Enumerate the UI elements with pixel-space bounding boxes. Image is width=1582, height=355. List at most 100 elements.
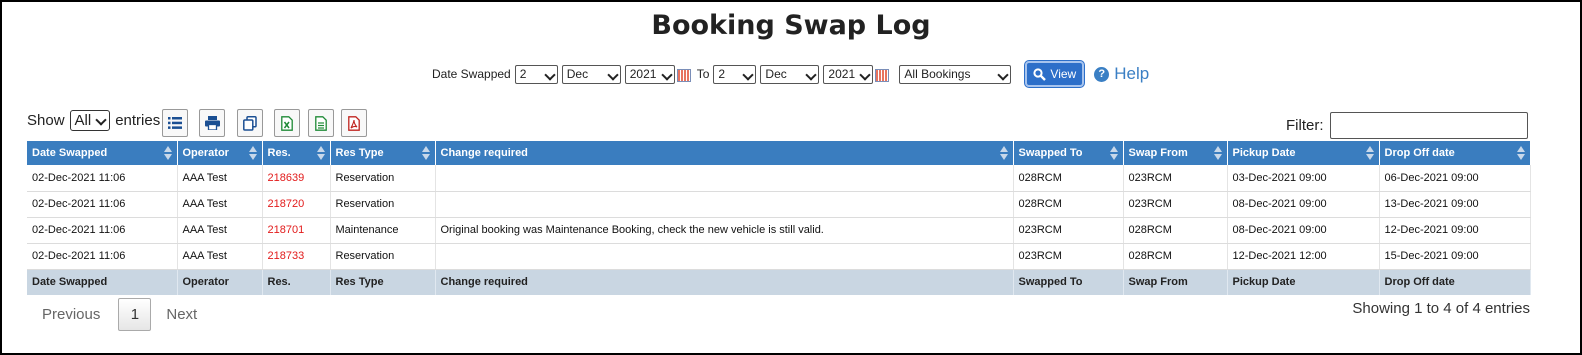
previous-page-button[interactable]: Previous bbox=[42, 306, 100, 323]
next-page-button[interactable]: Next bbox=[166, 306, 197, 323]
cell-swap-from: 023RCM bbox=[1123, 191, 1228, 218]
cell-operator: AAA Test bbox=[177, 165, 263, 192]
printer-icon bbox=[204, 116, 220, 130]
page-title: Booking Swap Log bbox=[651, 10, 931, 41]
to-month-select[interactable]: Dec bbox=[760, 64, 820, 84]
copy-icon bbox=[243, 115, 257, 131]
page-1-button[interactable]: 1 bbox=[118, 298, 152, 331]
cell-res[interactable]: 218701 bbox=[262, 217, 331, 244]
chevron-down-icon bbox=[544, 68, 556, 81]
view-button[interactable]: View bbox=[1025, 61, 1085, 87]
sort-icon bbox=[316, 146, 325, 160]
sort-icon bbox=[163, 146, 172, 160]
column-header-change-required[interactable]: Change required bbox=[435, 141, 1014, 165]
pagination: Previous 1 Next bbox=[42, 298, 197, 331]
column-header-swapped-to[interactable]: Swapped To bbox=[1013, 141, 1124, 165]
sort-icon bbox=[999, 146, 1008, 160]
csv-button[interactable] bbox=[308, 109, 334, 137]
cell-change-required bbox=[435, 243, 1014, 270]
column-footer-swapped-to: Swapped To bbox=[1013, 269, 1124, 295]
calendar-icon[interactable] bbox=[875, 69, 890, 82]
column-header-swap-from[interactable]: Swap From bbox=[1123, 141, 1228, 165]
table-info: Showing 1 to 4 of 4 entries bbox=[1352, 300, 1530, 317]
cell-pickup-date: 12-Dec-2021 12:00 bbox=[1227, 243, 1380, 270]
sort-icon bbox=[248, 146, 257, 160]
search-criteria: Date Swapped 2 Dec 2021 To 2 Dec 2021 Al… bbox=[432, 61, 1149, 87]
table-row: 02-Dec-2021 11:06 AAA Test 218701 Maintenan… bbox=[27, 217, 1531, 244]
table-row: 02-Dec-2021 11:06 AAA Test 218733 Reservati… bbox=[27, 243, 1531, 270]
cell-swap-from: 028RCM bbox=[1123, 243, 1228, 270]
to-year-select[interactable]: 2021 bbox=[823, 64, 874, 84]
column-header-res-type[interactable]: Res Type bbox=[330, 141, 436, 165]
cell-swap-from: 028RCM bbox=[1123, 217, 1228, 244]
search-icon bbox=[1033, 67, 1047, 81]
column-header-operator[interactable]: Operator bbox=[177, 141, 263, 165]
table-filter: Filter: bbox=[1286, 112, 1528, 139]
cell-swapped-to: 023RCM bbox=[1013, 243, 1124, 270]
chevron-down-icon bbox=[607, 68, 619, 81]
cell-operator: AAA Test bbox=[177, 243, 263, 270]
column-footer-operator: Operator bbox=[177, 269, 263, 295]
booking-type-select[interactable]: All Bookings bbox=[899, 64, 1012, 84]
cell-date-swapped: 02-Dec-2021 11:06 bbox=[27, 243, 178, 270]
cell-swap-from: 023RCM bbox=[1123, 165, 1228, 192]
cell-pickup-date: 08-Dec-2021 09:00 bbox=[1227, 191, 1380, 218]
from-year-select[interactable]: 2021 bbox=[624, 64, 675, 84]
print-button[interactable] bbox=[199, 109, 225, 137]
copy-button[interactable] bbox=[237, 109, 263, 137]
chevron-down-icon bbox=[742, 68, 755, 81]
pdf-button[interactable] bbox=[341, 109, 367, 137]
table-row: 02-Dec-2021 11:06 AAA Test 218720 Reservati… bbox=[27, 191, 1531, 218]
cell-change-required bbox=[435, 191, 1014, 218]
cell-swapped-to: 028RCM bbox=[1013, 165, 1124, 192]
cell-res-type: Reservation bbox=[330, 165, 436, 192]
cell-pickup-date: 03-Dec-2021 09:00 bbox=[1227, 165, 1380, 192]
column-visibility-button[interactable] bbox=[162, 109, 188, 137]
sort-icon bbox=[1516, 146, 1525, 160]
help-link[interactable]: ? Help bbox=[1094, 64, 1149, 84]
table-body: 02-Dec-2021 11:06 AAA Test 218639 Reservati… bbox=[27, 165, 1531, 270]
cell-date-swapped: 02-Dec-2021 11:06 bbox=[27, 165, 178, 192]
cell-drop-off-date: 13-Dec-2021 09:00 bbox=[1379, 191, 1531, 218]
cell-swapped-to: 023RCM bbox=[1013, 217, 1124, 244]
column-header-pickup-date[interactable]: Pickup Date bbox=[1227, 141, 1380, 165]
csv-file-icon bbox=[315, 115, 327, 131]
cell-date-swapped: 02-Dec-2021 11:06 bbox=[27, 191, 178, 218]
excel-button[interactable] bbox=[274, 109, 300, 137]
cell-res[interactable]: 218639 bbox=[262, 165, 331, 192]
excel-file-icon bbox=[281, 115, 293, 131]
chevron-down-icon bbox=[997, 68, 1010, 81]
table-footer-row: Date Swapped Operator Res. Res Type Change r… bbox=[27, 269, 1531, 295]
column-header-drop-off-date[interactable]: Drop Off date bbox=[1379, 141, 1531, 165]
column-header-date-swapped[interactable]: Date Swapped bbox=[27, 141, 178, 165]
chevron-down-icon bbox=[95, 114, 107, 126]
cell-change-required bbox=[435, 165, 1014, 192]
sort-icon bbox=[421, 146, 430, 160]
entries-select[interactable]: All bbox=[69, 110, 111, 131]
cell-res-type: Maintenance bbox=[330, 217, 436, 244]
column-footer-res: Res. bbox=[262, 269, 331, 295]
entries-length: Show All entries bbox=[27, 110, 161, 131]
chevron-down-icon bbox=[661, 68, 673, 81]
cell-drop-off-date: 15-Dec-2021 09:00 bbox=[1379, 243, 1531, 270]
cell-date-swapped: 02-Dec-2021 11:06 bbox=[27, 217, 178, 244]
table-row: 02-Dec-2021 11:06 AAA Test 218639 Reservati… bbox=[27, 165, 1531, 192]
column-footer-pickup-date: Pickup Date bbox=[1227, 269, 1380, 295]
to-day-select[interactable]: 2 bbox=[713, 64, 757, 84]
cell-res[interactable]: 218733 bbox=[262, 243, 331, 270]
cell-operator: AAA Test bbox=[177, 217, 263, 244]
from-day-select[interactable]: 2 bbox=[514, 64, 558, 84]
date-swapped-label: Date Swapped bbox=[432, 67, 511, 81]
cell-pickup-date: 08-Dec-2021 09:00 bbox=[1227, 217, 1380, 244]
chevron-down-icon bbox=[859, 68, 872, 81]
calendar-icon[interactable] bbox=[676, 69, 691, 82]
column-header-res[interactable]: Res. bbox=[262, 141, 331, 165]
pdf-file-icon bbox=[348, 115, 360, 131]
cell-operator: AAA Test bbox=[177, 191, 263, 218]
cell-drop-off-date: 06-Dec-2021 09:00 bbox=[1379, 165, 1531, 192]
filter-input[interactable] bbox=[1329, 112, 1528, 139]
cell-res[interactable]: 218720 bbox=[262, 191, 331, 218]
cell-swapped-to: 028RCM bbox=[1013, 191, 1124, 218]
booking-swap-table: Date Swapped Operator Res. Res Type Change r… bbox=[27, 141, 1531, 295]
from-month-select[interactable]: Dec bbox=[561, 64, 621, 84]
